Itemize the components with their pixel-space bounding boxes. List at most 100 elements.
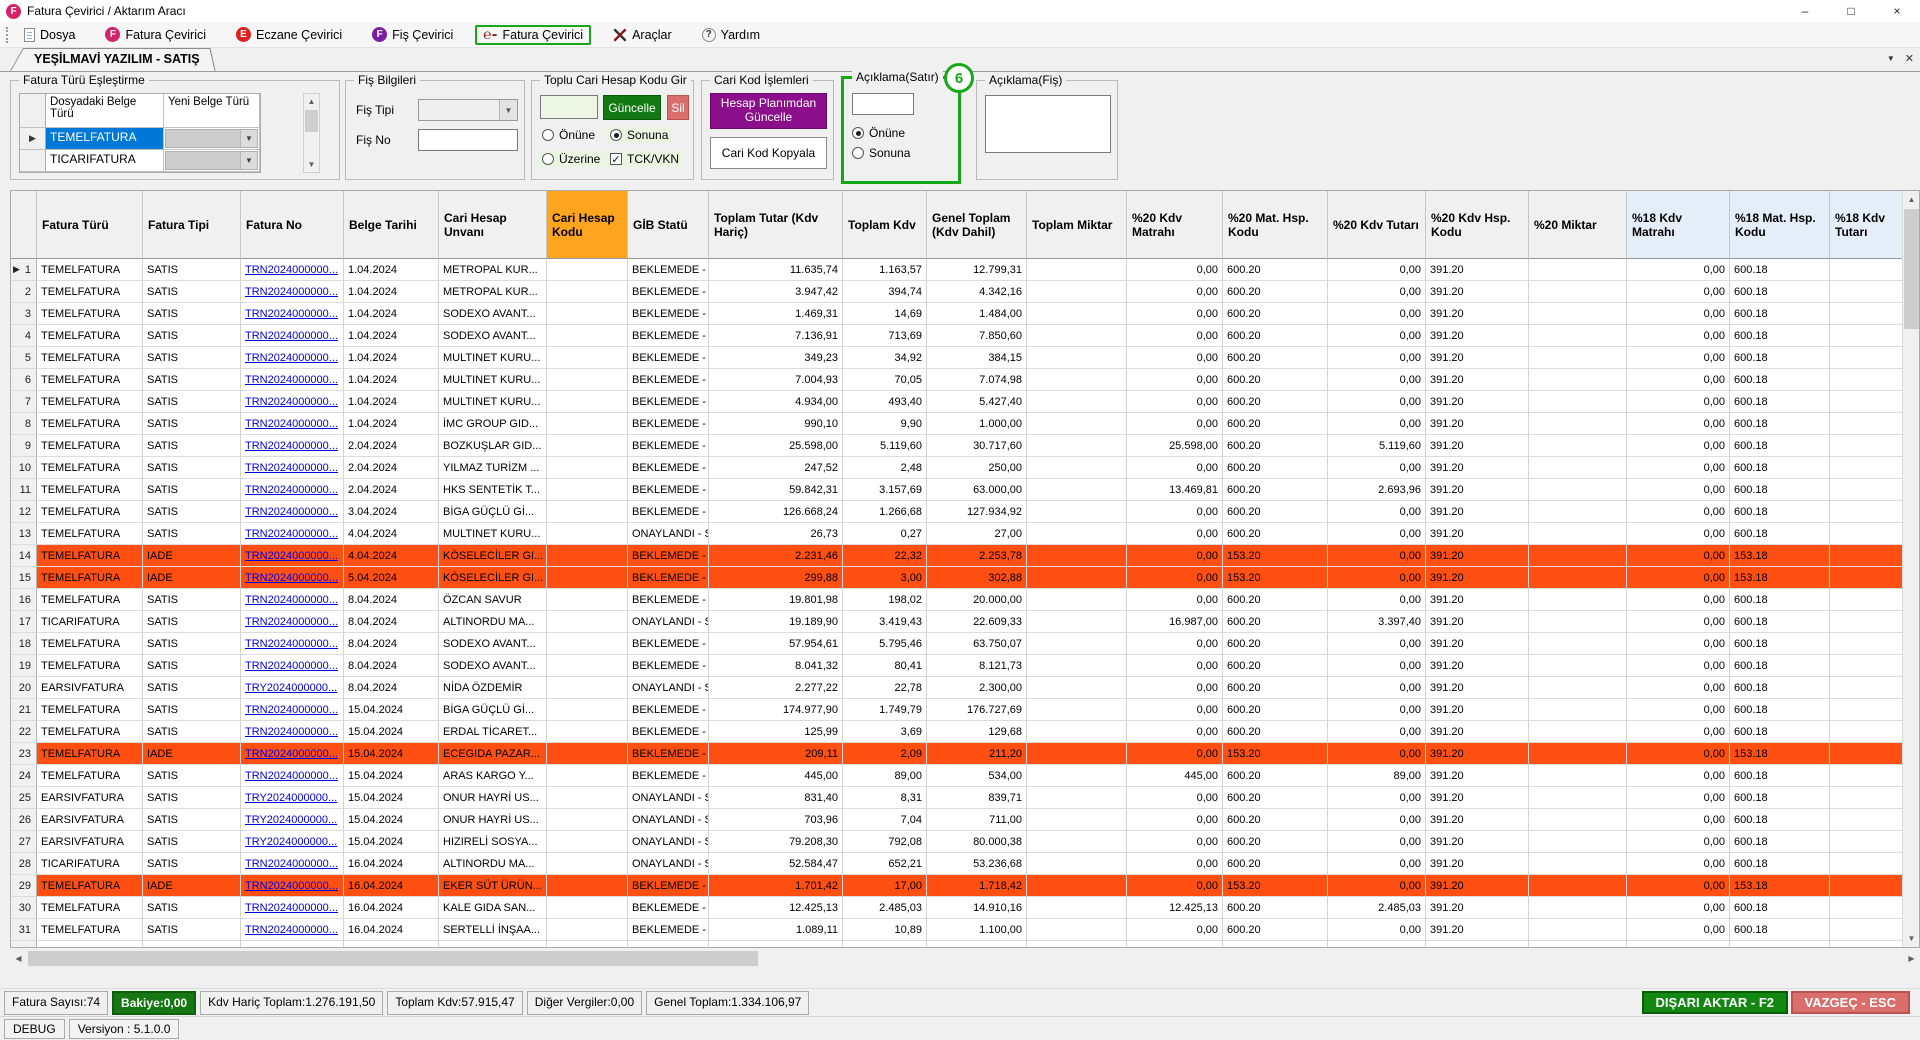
- cell-gib-statu[interactable]: ONAYLANDI - S...: [628, 523, 709, 545]
- cell-fatura-tipi[interactable]: SATIS: [143, 589, 241, 611]
- cell-toplam-tutar[interactable]: 299,88: [709, 567, 843, 589]
- cell-genel-toplam[interactable]: 711,00: [927, 809, 1027, 831]
- cell-kdv18-tutari[interactable]: [1830, 347, 1904, 369]
- cell-kdv18-tutari[interactable]: [1830, 853, 1904, 875]
- cell-miktar20[interactable]: [1529, 435, 1627, 457]
- fatura-no-link[interactable]: TRN2024000000...: [245, 374, 338, 386]
- cell-cari-hesap-unvani[interactable]: ALTINORDU MA...: [439, 853, 547, 875]
- cell-genel-toplam[interactable]: 2.253,78: [927, 545, 1027, 567]
- cell-cari-hesap-kodu[interactable]: [547, 677, 628, 699]
- cell-cari-hesap-kodu[interactable]: [547, 853, 628, 875]
- fatura-no-link[interactable]: TRN2024000000...: [245, 726, 338, 738]
- cell-kdv18-matrahi[interactable]: 0,00: [1627, 391, 1730, 413]
- cell-kdv20-tutari[interactable]: 0,00: [1328, 325, 1426, 347]
- cell-fatura-tipi[interactable]: SATIS: [143, 919, 241, 941]
- menu-efatura-cevirici[interactable]: ℮- Fatura Çevirici: [475, 24, 592, 45]
- cell-cari-hesap-kodu[interactable]: [547, 523, 628, 545]
- cell-kdv18-matrahi[interactable]: 0,00: [1627, 545, 1730, 567]
- column-header-fatura-no[interactable]: Fatura No: [241, 191, 344, 259]
- cell-kdv20-matrahi[interactable]: 13.469,81: [1127, 479, 1223, 501]
- cell-belge-tarihi[interactable]: 5.04.2024: [344, 567, 439, 589]
- cell-kdv20-hsp-kodu[interactable]: 391.20: [1426, 589, 1529, 611]
- cell-belge-tarihi[interactable]: 8.04.2024: [344, 677, 439, 699]
- cell-miktar20[interactable]: [1529, 809, 1627, 831]
- tab-list-dropdown-icon[interactable]: ▼: [1887, 52, 1895, 65]
- cell-mat20-hsp-kodu[interactable]: 600.20: [1223, 699, 1328, 721]
- cell-toplam-tutar[interactable]: 4.934,00: [709, 391, 843, 413]
- cell-kdv20-tutari[interactable]: 0,00: [1328, 413, 1426, 435]
- cell-toplam-kdv[interactable]: 5.795,46: [843, 633, 927, 655]
- cell-kdv20-hsp-kodu[interactable]: 391.20: [1426, 875, 1529, 897]
- fatura-no-link[interactable]: TRN2024000000...: [245, 924, 338, 936]
- row-indicator[interactable]: 12: [11, 501, 37, 523]
- column-header-toplam-miktar[interactable]: Toplam Miktar: [1027, 191, 1127, 259]
- cell-gib-statu[interactable]: ONAYLANDI - S...: [628, 677, 709, 699]
- cell-cari-hesap-unvani[interactable]: KÖSELECİLER GI...: [439, 545, 547, 567]
- cell-mat20-hsp-kodu[interactable]: 600.20: [1223, 479, 1328, 501]
- cell-kdv20-matrahi[interactable]: 0,00: [1127, 677, 1223, 699]
- cell-kdv20-tutari[interactable]: 0,00: [1328, 369, 1426, 391]
- cell-kdv18-tutari[interactable]: [1830, 633, 1904, 655]
- cell-belge-tarihi[interactable]: 15.04.2024: [344, 809, 439, 831]
- cell-fatura-tipi[interactable]: SATIS: [143, 413, 241, 435]
- cell-toplam-miktar[interactable]: [1027, 809, 1127, 831]
- cell-cari-hesap-unvani[interactable]: ONUR HAYRİ US...: [439, 809, 547, 831]
- cell-fatura-tipi[interactable]: SATIS: [143, 457, 241, 479]
- cell-kdv20-tutari[interactable]: 0,00: [1328, 743, 1426, 765]
- cell-mat20-hsp-kodu[interactable]: 600.20: [1223, 435, 1328, 457]
- cell-cari-hesap-unvani[interactable]: ÖZCAN SAVUR: [439, 589, 547, 611]
- cell-cari-hesap-unvani[interactable]: MULTINET KURU...: [439, 369, 547, 391]
- cell-gib-statu[interactable]: BEKLEMEDE - SA...: [628, 413, 709, 435]
- cell-kdv18-tutari[interactable]: [1830, 765, 1904, 787]
- cell-miktar20[interactable]: [1529, 391, 1627, 413]
- cell-toplam-kdv[interactable]: 22,32: [843, 545, 927, 567]
- cell-gib-statu[interactable]: ONAYLANDI - S...: [628, 853, 709, 875]
- scroll-down-icon[interactable]: ▼: [1903, 930, 1919, 947]
- cell-kdv20-matrahi[interactable]: 445,00: [1127, 765, 1223, 787]
- cell-belge-tarihi[interactable]: 15.04.2024: [344, 743, 439, 765]
- cell-toplam-tutar[interactable]: 7.004,93: [709, 369, 843, 391]
- cell-fatura-turu[interactable]: TEMELFATURA: [37, 523, 143, 545]
- cell-kdv20-matrahi[interactable]: 0,00: [1127, 523, 1223, 545]
- cell-kdv20-matrahi[interactable]: 0,00: [1127, 369, 1223, 391]
- cell-genel-toplam[interactable]: 302,88: [927, 567, 1027, 589]
- fatura-no-link[interactable]: TRY2024000000...: [245, 682, 337, 694]
- cell-kdv18-matrahi[interactable]: 0,00: [1627, 897, 1730, 919]
- cell-toplam-miktar[interactable]: [1027, 875, 1127, 897]
- cell-mat18-hsp-kodu[interactable]: 600.18: [1730, 369, 1830, 391]
- fatura-no-link[interactable]: TRN2024000000...: [245, 748, 338, 760]
- cell-kdv18-matrahi[interactable]: 0,00: [1627, 369, 1730, 391]
- fatura-no-link[interactable]: TRY2024000000...: [245, 814, 337, 826]
- cell-fatura-tipi[interactable]: IADE: [143, 545, 241, 567]
- cell-kdv18-matrahi[interactable]: 0,00: [1627, 655, 1730, 677]
- cell-kdv20-tutari[interactable]: 2.485,03: [1328, 897, 1426, 919]
- cell-kdv18-tutari[interactable]: [1830, 479, 1904, 501]
- cell-toplam-tutar[interactable]: 11.635,74: [709, 259, 843, 281]
- fatura-no-link[interactable]: TRN2024000000...: [245, 704, 338, 716]
- cell-kdv20-matrahi[interactable]: 0,00: [1127, 391, 1223, 413]
- cell-gib-statu[interactable]: BEKLEMEDE - IA...: [628, 875, 709, 897]
- cell-kdv18-tutari[interactable]: [1830, 787, 1904, 809]
- cell-cari-hesap-unvani[interactable]: İMC GROUP GID...: [439, 413, 547, 435]
- cell-genel-toplam[interactable]: 8.121,73: [927, 655, 1027, 677]
- cell-belge-tarihi[interactable]: 1.04.2024: [344, 325, 439, 347]
- cell-mat18-hsp-kodu[interactable]: 600.18: [1730, 435, 1830, 457]
- fatura-no-link[interactable]: TRN2024000000...: [245, 528, 338, 540]
- row-indicator[interactable]: 28: [11, 853, 37, 875]
- cell-genel-toplam[interactable]: 7.074,98: [927, 369, 1027, 391]
- cell-fatura-turu[interactable]: TEMELFATURA: [37, 941, 143, 947]
- cell-fatura-turu[interactable]: TICARIFATURA: [37, 611, 143, 633]
- cell-kdv20-matrahi[interactable]: 0,00: [1127, 281, 1223, 303]
- cell-fatura-turu[interactable]: EARSIVFATURA: [37, 831, 143, 853]
- cell-fatura-tipi[interactable]: SATIS: [143, 897, 241, 919]
- cell-kdv20-hsp-kodu[interactable]: 391.20: [1426, 853, 1529, 875]
- cell-kdv18-matrahi[interactable]: 0,00: [1627, 303, 1730, 325]
- cell-mat20-hsp-kodu[interactable]: 600.20: [1223, 655, 1328, 677]
- cell-kdv20-tutari[interactable]: 0,00: [1328, 259, 1426, 281]
- cell-genel-toplam[interactable]: 22.609,33: [927, 611, 1027, 633]
- cell-toplam-kdv[interactable]: 5.119,60: [843, 435, 927, 457]
- cell-cari-hesap-kodu[interactable]: [547, 369, 628, 391]
- cell-toplam-tutar[interactable]: 126.668,24: [709, 501, 843, 523]
- cell-kdv20-hsp-kodu[interactable]: 391.20: [1426, 545, 1529, 567]
- cell-genel-toplam[interactable]: 1.718,42: [927, 875, 1027, 897]
